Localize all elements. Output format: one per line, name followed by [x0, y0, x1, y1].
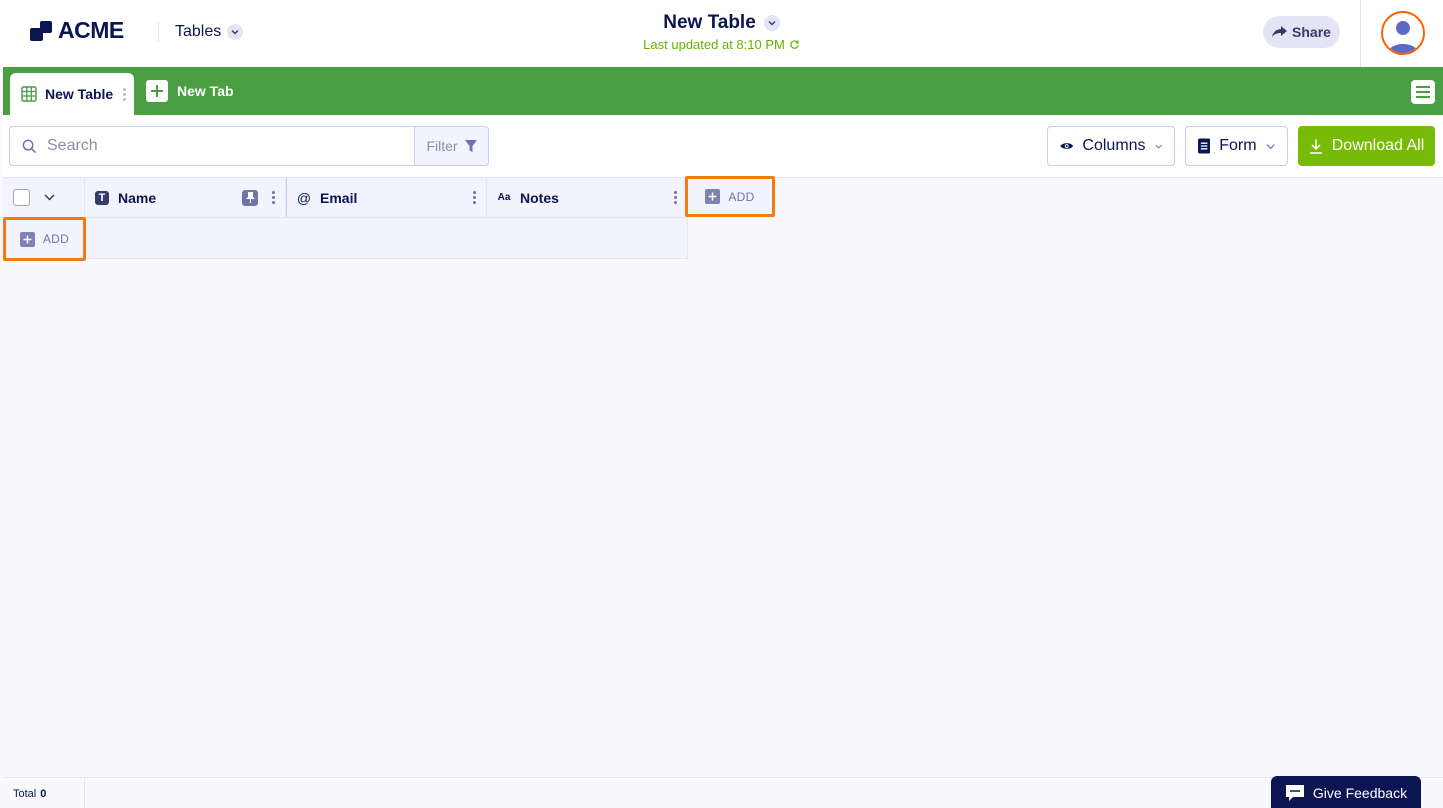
user-icon [1388, 21, 1418, 53]
select-all-checkbox[interactable] [13, 189, 30, 206]
download-icon [1309, 139, 1322, 154]
chevron-down-icon [227, 24, 244, 40]
tab-options-icon[interactable] [123, 87, 127, 101]
at-sign-icon: @ [296, 189, 312, 206]
column-label: Name [118, 189, 157, 206]
hamburger-icon [1416, 86, 1430, 98]
give-feedback-button[interactable]: Give Feedback [1271, 776, 1421, 808]
text-type-icon: T [95, 190, 109, 205]
tabs-bar: New Table New Tab [3, 67, 1443, 115]
aa-type-icon: Aa [497, 192, 511, 203]
plus-icon [19, 231, 35, 247]
total-label: Total [13, 787, 37, 800]
search-input[interactable] [47, 137, 387, 155]
new-tab-label: New Tab [177, 83, 234, 99]
share-arrow-icon [1272, 26, 1288, 37]
search-icon [22, 139, 37, 153]
filter-label: Filter [426, 138, 458, 154]
columns-button[interactable]: Columns [1047, 126, 1175, 166]
new-tab-button[interactable]: New Tab [146, 80, 234, 102]
form-document-icon [1198, 138, 1211, 154]
last-updated-text: Last updated at 8:10 PM [643, 37, 785, 52]
column-options-icon[interactable] [271, 191, 275, 204]
column-label: Notes [520, 189, 559, 206]
table-grid-icon [21, 86, 37, 102]
column-label: Email [320, 189, 358, 206]
table-toolbar: Filter Columns Form Download All [3, 115, 1443, 178]
feedback-icon [1285, 785, 1304, 801]
eye-icon [1060, 143, 1074, 149]
column-header-email[interactable]: @ Email [286, 178, 487, 218]
feedback-label: Give Feedback [1312, 785, 1408, 801]
logo-text: ACME [58, 17, 124, 43]
filter-funnel-icon [464, 139, 477, 152]
hamburger-menu-button[interactable] [1411, 80, 1435, 104]
chevron-down-icon [1266, 143, 1275, 149]
form-button[interactable]: Form [1185, 126, 1288, 166]
table-header-row: T Name @ Email Aa Notes [3, 178, 688, 218]
refresh-icon [790, 40, 799, 49]
tab-new-table[interactable]: New Table [10, 73, 134, 115]
empty-row-area [86, 218, 688, 259]
share-label: Share [1292, 24, 1331, 40]
plus-icon [705, 189, 721, 204]
logo-mark-icon [30, 20, 52, 41]
column-options-icon[interactable] [472, 191, 476, 204]
add-row-label: ADD [42, 232, 70, 246]
add-column-button[interactable]: ADD [685, 176, 775, 217]
top-header: ACME Tables New Table Last updated at 8:… [0, 0, 1443, 67]
column-options-icon[interactable] [673, 191, 677, 204]
form-label: Form [1219, 137, 1257, 154]
pin-icon[interactable] [242, 189, 258, 206]
table-footer: Total 0 Give Feedback [3, 776, 1443, 808]
header-divider-right [1360, 0, 1361, 67]
download-all-button[interactable]: Download All [1298, 126, 1435, 166]
column-header-notes[interactable]: Aa Notes [487, 178, 688, 218]
search-box [9, 126, 415, 166]
page-title: New Table [663, 12, 756, 33]
chevron-down-icon [763, 15, 780, 31]
header-divider [158, 22, 159, 42]
filter-button[interactable]: Filter [414, 126, 489, 166]
columns-label: Columns [1082, 137, 1146, 154]
acme-logo[interactable]: ACME [30, 17, 124, 44]
table-title-button[interactable]: New Table [663, 12, 780, 34]
download-all-label: Download All [1331, 137, 1425, 154]
tables-menu-button[interactable]: Tables [175, 23, 244, 41]
last-updated-status: Last updated at 8:10 PM [643, 37, 800, 52]
column-header-name[interactable]: T Name [85, 178, 286, 218]
tables-menu-label: Tables [175, 23, 222, 40]
chevron-down-icon [1154, 144, 1162, 149]
user-avatar[interactable] [1381, 11, 1425, 55]
total-count: Total 0 [3, 778, 85, 808]
tab-label: New Table [45, 86, 114, 102]
add-row-button[interactable]: ADD [3, 217, 86, 261]
select-all-cell [3, 178, 85, 218]
share-button[interactable]: Share [1263, 16, 1340, 48]
chevron-down-icon[interactable] [44, 194, 55, 201]
add-column-label: ADD [728, 189, 755, 204]
plus-icon [146, 80, 168, 102]
total-value: 0 [40, 787, 47, 800]
